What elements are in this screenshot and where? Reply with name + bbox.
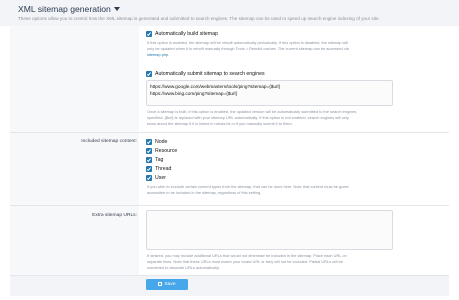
section-subtitle: These options allow you to control how t… bbox=[18, 15, 380, 21]
save-label: Save bbox=[164, 282, 176, 287]
resource-label[interactable]: Resource bbox=[155, 148, 177, 154]
auto-build-hint: If this option is enabled, the sitemap w… bbox=[147, 40, 393, 57]
ping-urls-textarea[interactable]: https://www.google.com/webmasters/tools/… bbox=[146, 80, 393, 106]
caret-down-icon[interactable] bbox=[113, 7, 120, 11]
auto-submit-hint: Once a sitemap is built, if this option … bbox=[147, 109, 393, 126]
save-button[interactable]: Save bbox=[146, 279, 188, 290]
options-row-side bbox=[10, 26, 139, 132]
sitemap-link[interactable]: sitemap.php. bbox=[147, 52, 393, 58]
tag-label[interactable]: Tag bbox=[155, 157, 163, 163]
section-header: XML sitemap generation These options all… bbox=[0, 0, 459, 26]
thread-label[interactable]: Thread bbox=[155, 166, 171, 172]
ping-url-line: https://www.google.com/webmasters/tools/… bbox=[150, 84, 281, 89]
section-title[interactable]: XML sitemap generation bbox=[18, 4, 120, 14]
hint-line: accessible to be included in the sitemap… bbox=[147, 189, 262, 195]
auto-submit-label[interactable]: Automatically submit sitemap to search e… bbox=[155, 71, 265, 77]
extra-urls-hint: If desired, you may include additional U… bbox=[147, 253, 393, 270]
row-divider bbox=[10, 205, 449, 206]
node-checkbox[interactable] bbox=[146, 139, 152, 145]
hint-line: know about the sitemap if it is linked i… bbox=[147, 120, 293, 126]
extra-urls-textarea[interactable] bbox=[146, 210, 393, 250]
user-checkbox[interactable] bbox=[146, 175, 152, 181]
form-footer bbox=[10, 275, 449, 296]
tag-checkbox[interactable] bbox=[146, 157, 152, 163]
content-hint: If you wish to exclude certain content t… bbox=[147, 184, 393, 196]
auto-build-label[interactable]: Automatically build sitemap bbox=[155, 31, 218, 37]
section-title-text: XML sitemap generation bbox=[18, 4, 111, 14]
ping-url-line: https://www.bing.com/ping?sitemap={$url} bbox=[150, 90, 238, 96]
thread-checkbox[interactable] bbox=[146, 166, 152, 172]
row-divider bbox=[10, 132, 449, 133]
extra-urls-label: Extra sitemap URLs: bbox=[92, 213, 137, 218]
resource-checkbox[interactable] bbox=[146, 148, 152, 154]
auto-build-checkbox[interactable] bbox=[146, 31, 152, 37]
hint-line: converted to absolute URLs automatically… bbox=[147, 264, 220, 270]
auto-submit-checkbox[interactable] bbox=[146, 71, 152, 77]
save-icon bbox=[158, 281, 163, 286]
content-label: Included sitemap content: bbox=[81, 139, 137, 144]
node-label[interactable]: Node bbox=[155, 139, 167, 145]
hint-line: Once a sitemap is built, if this option … bbox=[147, 109, 357, 114]
user-label[interactable]: User bbox=[155, 175, 166, 181]
